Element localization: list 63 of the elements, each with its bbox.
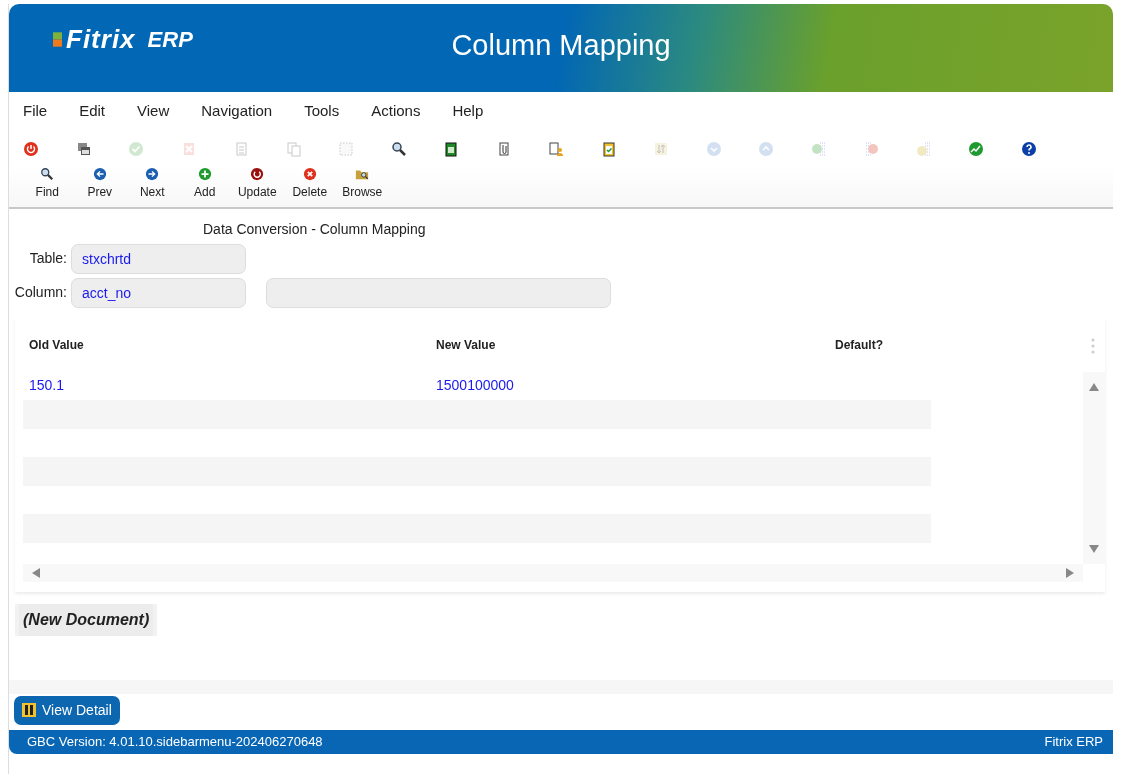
scroll-left-icon[interactable] — [31, 567, 41, 578]
table-cell-text: 150.1 — [28, 376, 66, 396]
app-name: Fitrix ERP — [1044, 732, 1103, 751]
sort-icon — [653, 140, 669, 157]
chart-icon — [968, 140, 984, 157]
menu-icon[interactable] — [1091, 337, 1095, 354]
refresh-icon — [250, 166, 265, 181]
toolbar-button[interactable]: Next — [126, 166, 179, 207]
chevron-down-icon — [705, 140, 722, 157]
document-icon — [233, 140, 249, 157]
check-icon — [128, 140, 144, 157]
input-field[interactable]: acct_no — [71, 277, 246, 308]
toolbar-button[interactable]: Find — [21, 166, 74, 207]
toolbar-button[interactable]: Update — [231, 166, 284, 207]
notepad-icon — [443, 140, 459, 157]
table-cell-text: 1500100000 — [436, 376, 515, 396]
version-text: GBC Version: 4.01.10.sidebarmenu-202406270648 — [27, 732, 323, 751]
checklist-icon — [600, 140, 617, 157]
column-header: Default? — [835, 336, 884, 354]
scroll-down-icon[interactable] — [1089, 543, 1099, 554]
menu-item[interactable]: File — [23, 100, 48, 123]
window-title: Column Mapping — [451, 29, 671, 61]
plus-icon — [197, 166, 212, 181]
scroll-right-icon[interactable] — [1065, 567, 1075, 578]
scrollbar[interactable] — [23, 563, 1083, 582]
windows-icon — [75, 140, 92, 157]
logo-icon — [53, 31, 62, 47]
form-title: Data Conversion - Column Mapping — [203, 219, 427, 239]
chevron-up-icon — [758, 140, 774, 157]
append-row-icon — [915, 140, 932, 157]
field-label: Table: — [28, 249, 67, 268]
dotted-square-icon — [338, 140, 354, 157]
insert-row-icon — [810, 140, 827, 157]
logo-text: ERP — [147, 25, 193, 54]
menu-item[interactable]: Edit — [79, 100, 106, 123]
column-header: Old Value — [29, 336, 85, 354]
menu-item[interactable]: Actions — [371, 100, 421, 123]
view-detail-button[interactable]: View Detail — [14, 695, 120, 725]
delete-row-icon — [863, 140, 879, 157]
menu-item[interactable]: Tools — [304, 100, 340, 123]
field-label: Column: — [13, 283, 67, 302]
detail-icon — [22, 703, 36, 717]
help-icon — [1020, 140, 1037, 157]
power-icon — [23, 140, 39, 157]
scrollbar[interactable] — [1083, 371, 1105, 564]
menu-item[interactable]: Navigation — [201, 100, 273, 123]
toolbar-button[interactable]: Delete — [283, 166, 336, 207]
toolbar-button[interactable]: Browse — [336, 166, 389, 207]
menu-item[interactable]: View — [137, 100, 170, 123]
menu-item[interactable]: Help — [452, 100, 484, 123]
document-status: (New Document) — [15, 603, 158, 636]
document-person-icon — [548, 140, 564, 157]
magnifier-icon — [40, 166, 55, 181]
toolbar-button[interactable]: Prev — [73, 166, 126, 207]
column-header: New Value — [436, 336, 497, 354]
logo-text: Fitrix — [66, 22, 136, 56]
toolbar-button[interactable]: Add — [178, 166, 231, 207]
close-icon — [302, 166, 317, 181]
input-field[interactable] — [266, 277, 611, 308]
magnifier-icon — [390, 140, 407, 157]
input-field[interactable]: stxchrtd — [71, 243, 246, 274]
scroll-up-icon[interactable] — [1089, 381, 1099, 392]
copy-icon — [285, 140, 302, 157]
